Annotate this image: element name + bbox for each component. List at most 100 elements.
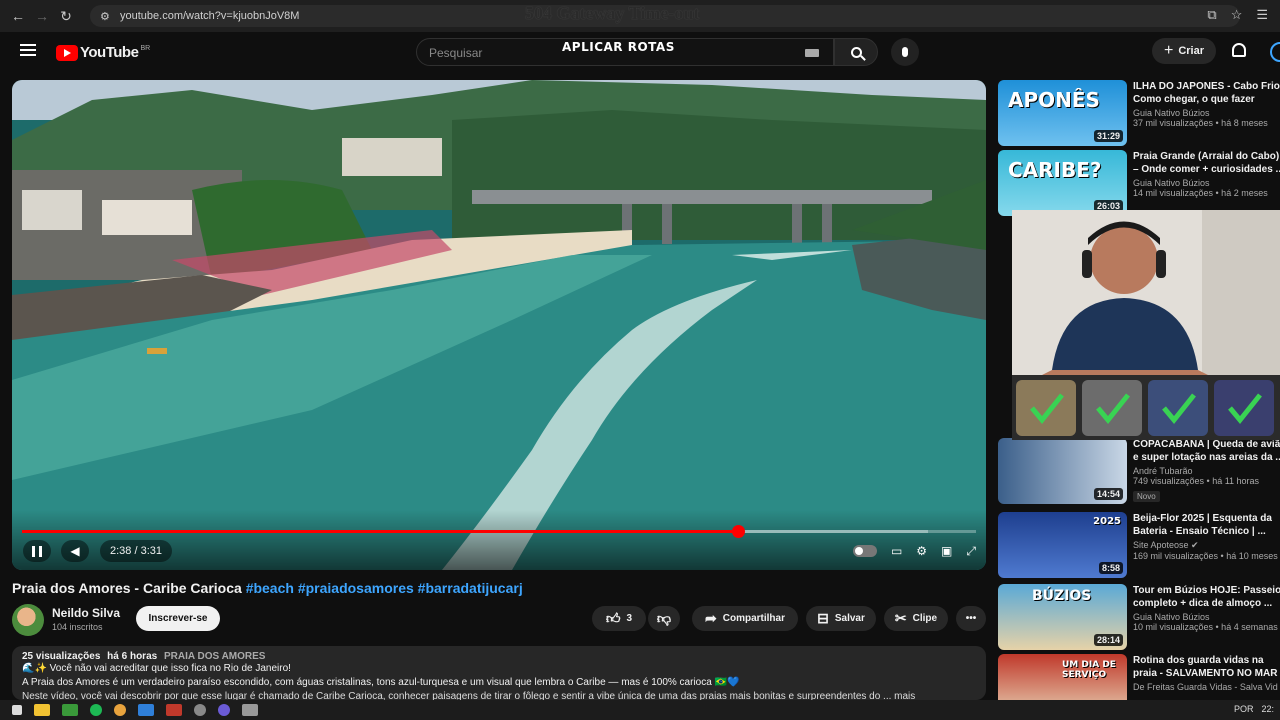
fullscreen-icon[interactable]: ⤢ xyxy=(966,544,976,559)
video-title-line2: praia - SALVAMENTO NO MAR xyxy=(1133,668,1278,679)
cast-icon[interactable]: ⧉ xyxy=(1207,7,1216,23)
recommended-video[interactable]: 2025 8:58 Beija-Flor 2025 | Esquenta da … xyxy=(998,512,1280,578)
youtube-logo[interactable]: YouTube BR xyxy=(56,44,150,61)
miniplayer-icon[interactable]: ▣ xyxy=(941,544,952,558)
clock[interactable]: 22: xyxy=(1261,704,1274,714)
progress-bar[interactable] xyxy=(22,525,976,538)
search-button[interactable] xyxy=(834,38,878,66)
microphone-icon xyxy=(902,47,908,57)
app-icon[interactable] xyxy=(242,704,258,716)
create-button[interactable]: + Criar xyxy=(1152,38,1216,64)
duration-badge: 8:58 xyxy=(1098,562,1123,574)
browser-toolbar: ← → ↻ ⚙ youtube.com/watch?v=kjuobnJoV8M … xyxy=(0,0,1280,32)
bookmark-star-icon[interactable]: ☆ xyxy=(1231,7,1243,23)
app-icon[interactable] xyxy=(62,704,78,716)
duration-badge: 31:29 xyxy=(1093,130,1123,142)
app-icon[interactable] xyxy=(138,704,154,716)
view-info: 14 mil visualizações • há 2 meses xyxy=(1133,188,1268,198)
video-player[interactable]: ◀ 2:38 / 3:31 ▭ ⚙ ▣ ⤢ xyxy=(12,80,986,570)
description-line: Neste vídeo, você vai descobrir por que … xyxy=(22,691,916,700)
duration-badge: 14:54 xyxy=(1093,488,1123,500)
voice-search-button[interactable] xyxy=(891,38,919,66)
clip-label: Clipe xyxy=(912,613,938,624)
recommended-video[interactable]: BÚZIOS 28:14 Tour em Búzios HOJE: Passei… xyxy=(998,584,1280,650)
app-icon[interactable] xyxy=(166,704,182,716)
youtube-header: YouTube BR Pesquisar APLICAR ROTAS + Cria… xyxy=(0,32,1280,72)
video-title-line2: Bateria - Ensaio Técnico | ... xyxy=(1133,526,1266,537)
share-button[interactable]: ➦ Compartilhar xyxy=(692,606,798,631)
pause-button[interactable] xyxy=(23,540,51,562)
description-box[interactable]: 25 visualizações há 6 horas PRAIA DOS AM… xyxy=(12,646,986,700)
country-code: BR xyxy=(140,45,151,52)
video-thumbnail[interactable]: BÚZIOS 28:14 xyxy=(998,584,1127,650)
forward-icon[interactable]: → xyxy=(30,8,54,24)
back-icon[interactable]: ← xyxy=(6,8,30,24)
channel-name: Site Apoteose ✔ xyxy=(1133,540,1199,550)
notifications-bell-icon[interactable] xyxy=(1232,43,1246,57)
recommended-video[interactable]: APONÊS 31:29 ILHA DO JAPONES - Cabo Frio… xyxy=(998,80,1280,146)
url-text: youtube.com/watch?v=kjuobnJoV8M xyxy=(120,10,300,22)
recommended-video[interactable]: 14:54 COPACABANA | Queda de aviã e super… xyxy=(998,438,1280,504)
discord-icon[interactable] xyxy=(218,704,230,716)
view-info: 37 mil visualizações • há 8 meses xyxy=(1133,118,1268,128)
hamburger-menu-icon[interactable] xyxy=(20,44,36,56)
view-count: 25 visualizações xyxy=(22,651,101,662)
video-title: Rotina dos guarda vidas na xyxy=(1133,655,1264,666)
description-line: 🌊✨ Você não vai acreditar que isso fica … xyxy=(22,663,291,674)
hashtag-link[interactable]: #barradatijucarj xyxy=(418,580,523,596)
description-meta: 25 visualizações há 6 horas PRAIA DOS AM… xyxy=(22,651,976,662)
like-button[interactable]: 👍︎ 3 xyxy=(592,606,646,631)
autoplay-toggle[interactable] xyxy=(852,545,877,557)
video-thumbnail[interactable]: 14:54 xyxy=(998,438,1127,504)
thumbnail-text: BÚZIOS xyxy=(1032,588,1092,604)
settings-gear-icon[interactable]: ⚙ xyxy=(916,544,927,558)
keyboard-icon[interactable] xyxy=(805,49,819,57)
channel-name[interactable]: Neildo Silva xyxy=(52,606,120,620)
more-dots-icon: ••• xyxy=(965,613,977,624)
recommended-video[interactable]: CARIBE? 26:03 Praia Grande (Arraial do C… xyxy=(998,150,1280,216)
video-thumbnail[interactable]: CARIBE? 26:03 xyxy=(998,150,1127,216)
app-icon[interactable] xyxy=(194,704,206,716)
file-explorer-icon[interactable] xyxy=(34,704,50,716)
scrubber-knob[interactable] xyxy=(731,525,745,538)
channel-name: Guia Nativo Búzios xyxy=(1133,178,1210,188)
played-bar xyxy=(22,530,738,533)
dislike-button[interactable]: 👎︎ xyxy=(648,606,680,631)
subscribe-button[interactable]: Inscrever-se xyxy=(136,606,220,631)
speaker-icon: ◀ xyxy=(70,544,80,558)
language-indicator[interactable]: POR xyxy=(1234,704,1254,714)
video-title: Beija-Flor 2025 | Esquenta da xyxy=(1133,513,1272,524)
logo-text: YouTube xyxy=(80,44,139,61)
view-info: 749 visualizações • há 11 horas xyxy=(1133,476,1260,486)
hashtag-link[interactable]: #beach xyxy=(246,580,294,596)
clip-button[interactable]: ✂ Clipe xyxy=(884,606,948,631)
video-thumbnail[interactable]: 2025 8:58 xyxy=(998,512,1127,578)
bookmark-icon: ⊟ xyxy=(817,610,829,626)
like-count: 3 xyxy=(626,613,633,624)
site-info-icon[interactable]: ⚙ xyxy=(100,10,110,23)
channel-name: Guia Nativo Búzios xyxy=(1133,108,1210,118)
plus-icon: + xyxy=(1163,42,1174,59)
search-placeholder: Pesquisar xyxy=(429,46,483,60)
chrome-icon[interactable] xyxy=(114,704,126,716)
save-button[interactable]: ⊟ Salvar xyxy=(806,606,876,631)
video-thumbnail[interactable]: APONÊS 31:29 xyxy=(998,80,1127,146)
windows-taskbar: POR 22: xyxy=(0,700,1280,720)
reading-list-icon[interactable]: ☰ xyxy=(1256,7,1268,23)
video-title-line2: completo + dica de almoço ... xyxy=(1133,598,1273,609)
channel-name: Guia Nativo Búzios xyxy=(1133,612,1210,622)
subtitles-icon[interactable]: ▭ xyxy=(891,544,902,558)
spotify-icon[interactable] xyxy=(90,704,102,716)
video-title-line2: Como chegar, o que fazer xyxy=(1133,94,1255,105)
reload-icon[interactable]: ↻ xyxy=(54,8,78,25)
video-title-line2: – Onde comer + curiosidades ... xyxy=(1133,164,1280,175)
channel-avatar[interactable] xyxy=(12,604,44,636)
hashtag-link[interactable]: #praiadosamores xyxy=(298,580,414,596)
account-avatar[interactable] xyxy=(1270,42,1280,62)
more-actions-button[interactable]: ••• xyxy=(956,606,986,631)
start-icon[interactable] xyxy=(12,705,22,715)
thumbnail-text: CARIBE? xyxy=(1008,158,1102,182)
volume-button[interactable]: ◀ xyxy=(61,540,89,562)
video-title: ILHA DO JAPONES - Cabo Frio xyxy=(1133,81,1280,92)
description-tag[interactable]: PRAIA DOS AMORES xyxy=(164,651,266,662)
